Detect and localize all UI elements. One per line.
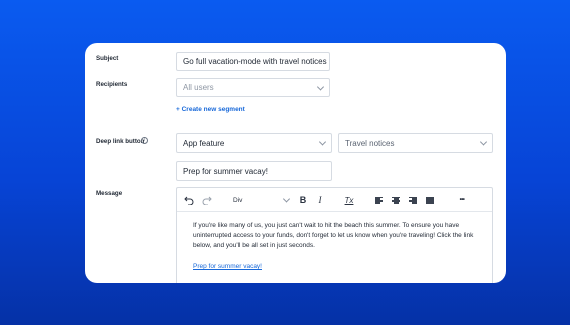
info-icon[interactable]: i [141, 137, 148, 144]
redo-button[interactable] [201, 194, 213, 206]
redo-icon [202, 196, 212, 205]
travel-notices-select-value: Travel notices [345, 138, 395, 148]
align-center-button[interactable] [391, 194, 401, 206]
bold-button[interactable]: B [298, 194, 308, 206]
message-deep-link[interactable]: Prep for summer vacay! [193, 263, 262, 270]
rich-text-editor[interactable]: Div B I Tx ••• If you're like many of us… [176, 187, 493, 283]
travel-notices-select[interactable]: Travel notices [338, 133, 493, 153]
align-center-icon [392, 196, 400, 204]
align-right-button[interactable] [408, 194, 418, 206]
recipients-label: Recipients [96, 81, 128, 88]
subject-label: Subject [96, 55, 119, 62]
align-right-icon [409, 196, 417, 204]
undo-button[interactable] [183, 194, 195, 206]
app-feature-select[interactable]: App feature [176, 133, 332, 153]
italic-button[interactable]: I [315, 194, 325, 206]
undo-icon [184, 196, 194, 205]
block-format-select[interactable]: Div [229, 194, 293, 206]
message-label: Message [96, 190, 123, 197]
chevron-down-icon [318, 138, 327, 146]
recipients-select[interactable]: All users [176, 78, 330, 97]
align-justify-button[interactable] [425, 194, 435, 206]
deep-link-label: Deep link button [96, 138, 145, 145]
button-text-input[interactable]: Prep for summer vacay! [176, 161, 332, 181]
align-left-icon [375, 196, 383, 204]
message-composer-card: Subject Go full vacation-mode with trave… [85, 43, 506, 283]
app-feature-select-value: App feature [183, 138, 225, 148]
clear-format-button[interactable]: Tx [343, 194, 355, 206]
block-format-value: Div [233, 196, 243, 204]
chevron-down-icon [479, 138, 488, 146]
more-options-button[interactable]: ••• [455, 194, 469, 206]
align-left-button[interactable] [374, 194, 384, 206]
recipients-select-value: All users [183, 83, 214, 92]
chevron-down-icon [282, 195, 291, 203]
message-body-text[interactable]: If you're like many of us, you just can'… [193, 221, 483, 251]
subject-input[interactable]: Go full vacation-mode with travel notice… [176, 52, 330, 71]
editor-toolbar: Div B I Tx ••• [177, 188, 492, 212]
align-justify-icon [426, 196, 434, 204]
chevron-down-icon [316, 82, 325, 91]
create-segment-link[interactable]: + Create new segment [176, 106, 245, 113]
